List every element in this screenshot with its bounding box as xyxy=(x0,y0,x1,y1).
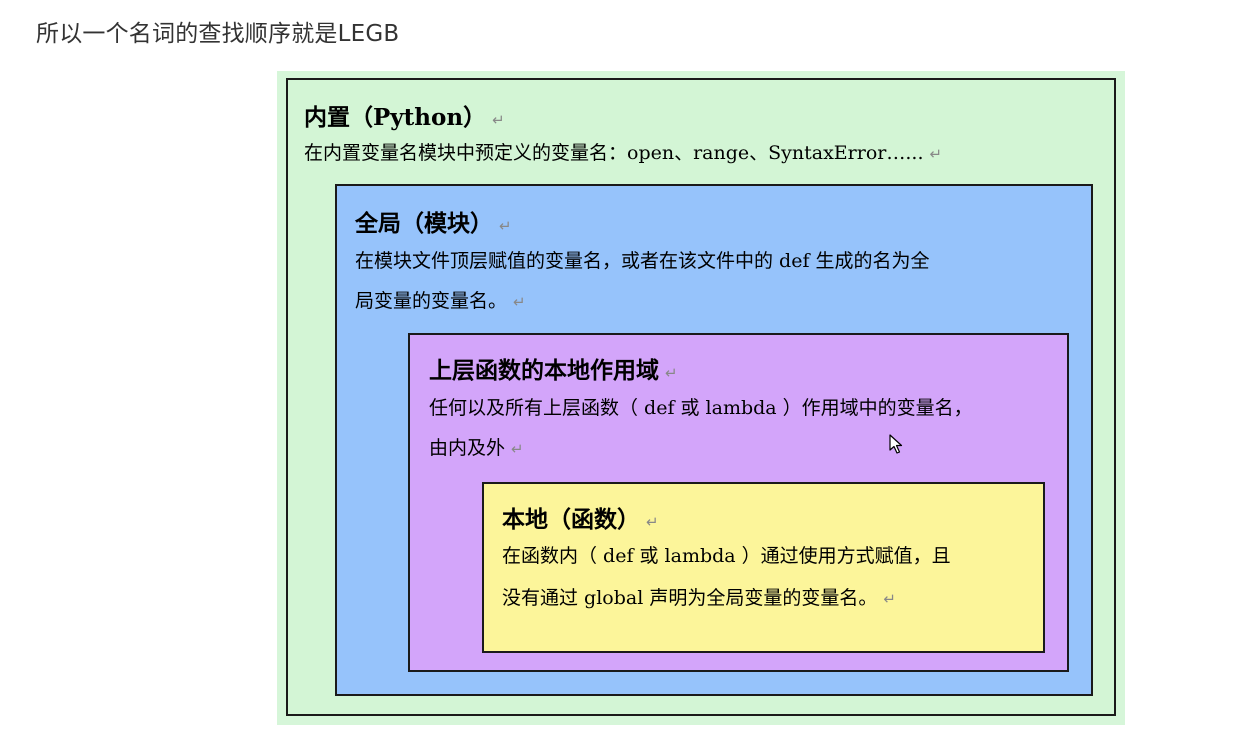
return-mark-icon: ↵ xyxy=(499,217,512,235)
enclosing-scope-box: 上层函数的本地作用域 ↵ 任何以及所有上层函数（ def 或 lambda ）作用… xyxy=(408,333,1069,672)
builtin-scope-title: 内置（Python） ↵ xyxy=(304,104,505,131)
return-mark-icon: ↵ xyxy=(646,513,659,531)
local-scope-description-line2: 没有通过 global 声明为全局变量的变量名。 ↵ xyxy=(502,587,896,609)
global-scope-title: 全局（模块） ↵ xyxy=(355,210,512,237)
return-mark-icon: ↵ xyxy=(492,111,505,129)
global-scope-description-line2: 局变量的变量名。 ↵ xyxy=(355,290,526,312)
return-mark-icon: ↵ xyxy=(511,440,524,458)
local-scope-box: 本地（函数） ↵ 在函数内（ def 或 lambda ）通过使用方式赋值，且 没… xyxy=(482,482,1045,653)
local-scope-description-line1: 在函数内（ def 或 lambda ）通过使用方式赋值，且 xyxy=(502,545,951,567)
global-scope-box: 全局（模块） ↵ 在模块文件顶层赋值的变量名，或者在该文件中的 def 生成的名为… xyxy=(335,184,1093,696)
legb-scope-diagram: 内置（Python） ↵ 在内置变量名模块中预定义的变量名：open、range、… xyxy=(277,71,1125,725)
return-mark-icon: ↵ xyxy=(513,293,526,311)
return-mark-icon: ↵ xyxy=(883,590,896,608)
page-heading: 所以一个名词的查找顺序就是LEGB xyxy=(36,21,400,47)
return-mark-icon: ↵ xyxy=(665,364,678,382)
enclosing-scope-description-line2: 由内及外 ↵ xyxy=(429,437,524,459)
global-scope-description-line1: 在模块文件顶层赋值的变量名，或者在该文件中的 def 生成的名为全 xyxy=(355,250,930,272)
enclosing-scope-title: 上层函数的本地作用域 ↵ xyxy=(429,357,678,384)
builtin-scope-box: 内置（Python） ↵ 在内置变量名模块中预定义的变量名：open、range、… xyxy=(286,78,1116,716)
builtin-scope-description: 在内置变量名模块中预定义的变量名：open、range、SyntaxError…… xyxy=(304,142,943,164)
mouse-pointer-icon xyxy=(889,434,903,454)
local-scope-title: 本地（函数） ↵ xyxy=(502,506,659,533)
enclosing-scope-description-line1: 任何以及所有上层函数（ def 或 lambda ）作用域中的变量名， xyxy=(429,397,973,419)
return-mark-icon: ↵ xyxy=(929,145,943,163)
